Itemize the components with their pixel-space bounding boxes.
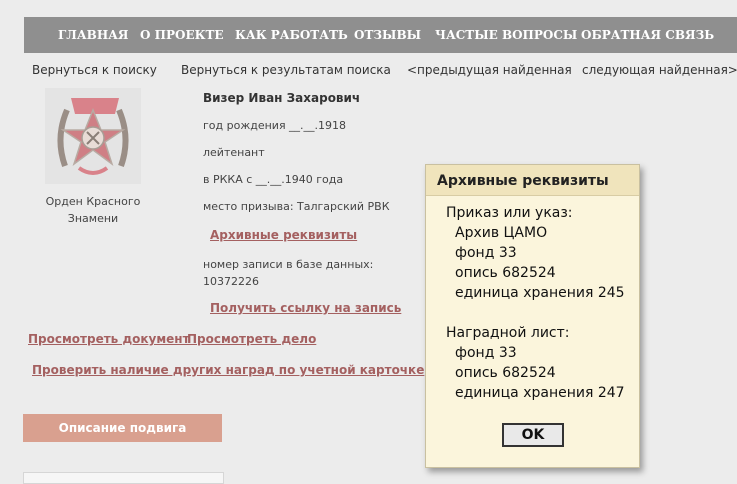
order-opis: опись 682524: [455, 265, 556, 281]
sheet-fond: фонд 33: [455, 345, 517, 361]
feat-description-button[interactable]: Описание подвига: [23, 414, 222, 442]
nav-faq[interactable]: ЧАСТЫЕ ВОПРОСЫ: [435, 28, 577, 42]
military-rank: лейтенант: [203, 146, 265, 159]
record-number: 10372226: [203, 275, 259, 288]
record-number-label: номер записи в базе данных:: [203, 258, 374, 271]
nav-about[interactable]: О ПРОЕКТЕ: [140, 28, 224, 42]
birth-year: год рождения __.__.1918: [203, 119, 347, 132]
top-navigation: ГЛАВНАЯ О ПРОЕКТЕ КАК РАБОТАТЬ ОТЗЫВЫ ЧА…: [24, 17, 737, 53]
next-found-link[interactable]: следующая найденная>: [582, 63, 737, 77]
back-to-search-link[interactable]: Вернуться к поиску: [32, 63, 157, 77]
person-name: Визер Иван Захарович: [203, 91, 361, 105]
bottom-panel: [23, 472, 224, 484]
check-other-awards-link[interactable]: Проверить наличие других наград по учетн…: [32, 363, 424, 377]
popup-title: Архивные реквизиты: [437, 173, 609, 189]
nav-feedback[interactable]: ОБРАТНАЯ СВЯЗЬ: [581, 28, 714, 42]
archive-details-link[interactable]: Архивные реквизиты: [210, 228, 357, 242]
nav-how-it-works[interactable]: КАК РАБОТАТЬ: [235, 28, 348, 42]
back-to-results-link[interactable]: Вернуться к результатам поиска: [181, 63, 391, 77]
draft-place: место призыва: Талгарский РВК: [203, 200, 390, 213]
order-fond: фонд 33: [455, 245, 517, 261]
rkka-service-start: в РККА с __.__.1940 года: [203, 173, 344, 186]
previous-found-link[interactable]: <предыдущая найденная: [407, 63, 572, 77]
get-record-link[interactable]: Получить ссылку на запись: [210, 301, 401, 315]
order-storage-unit: единица хранения 245: [455, 285, 625, 301]
sheet-storage-unit: единица хранения 247: [455, 385, 625, 401]
ok-button[interactable]: OK: [502, 423, 564, 447]
nav-main[interactable]: ГЛАВНАЯ: [58, 28, 129, 42]
award-image: [45, 88, 141, 184]
view-document-link[interactable]: Просмотреть документ: [28, 332, 190, 346]
view-case-link[interactable]: Просмотреть дело: [187, 332, 316, 346]
sheet-opis: опись 682524: [455, 365, 556, 381]
order-red-banner-icon: [57, 98, 129, 175]
award-caption: Орден Красного Знамени: [45, 195, 141, 225]
nav-reviews[interactable]: ОТЗЫВЫ: [354, 28, 421, 42]
archive-details-popup: Архивные реквизиты Приказ или указ: Архи…: [425, 164, 640, 468]
order-archive: Архив ЦАМО: [455, 225, 548, 241]
award-sheet-label: Наградной лист:: [446, 325, 570, 341]
popup-header: Архивные реквизиты: [426, 165, 639, 196]
order-label: Приказ или указ:: [446, 205, 573, 221]
